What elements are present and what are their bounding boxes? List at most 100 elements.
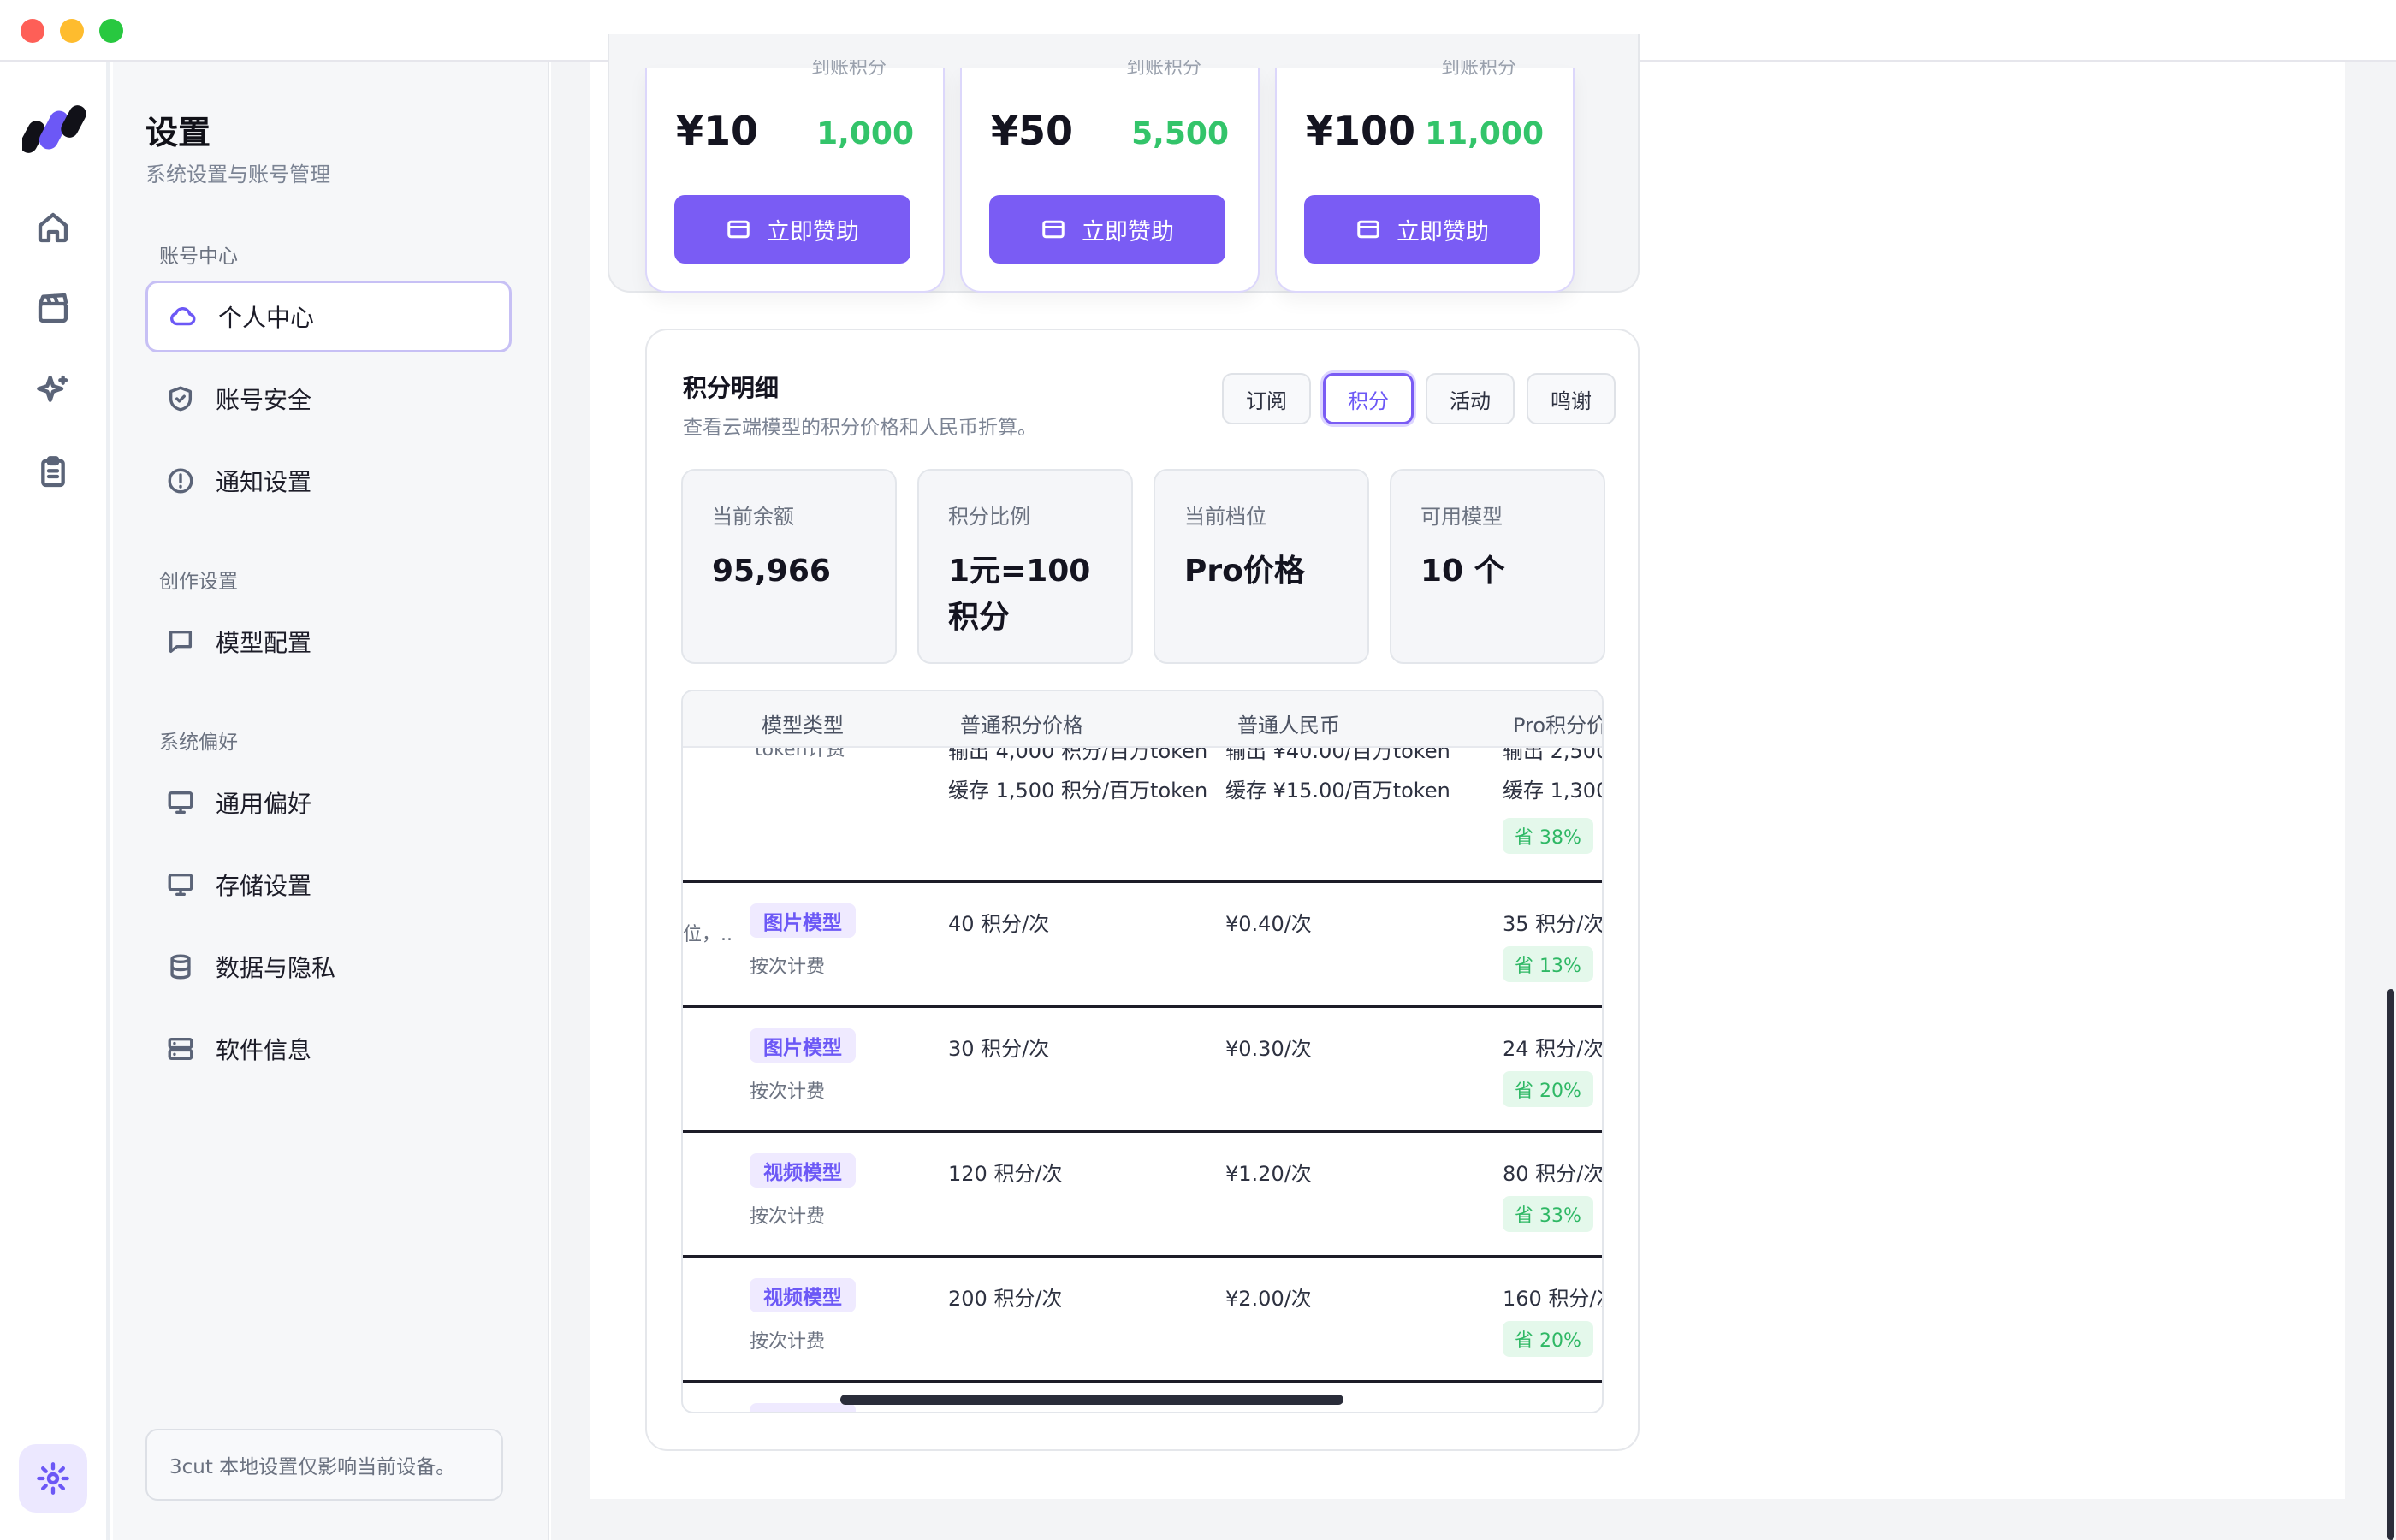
sponsor-points-caption: 到账积分 [1441,60,1517,77]
sidebar-item-software-info[interactable]: 软件信息 [145,1013,512,1085]
savings-badge: 省 20% [1503,1321,1593,1357]
table-row: 视频模型 按次计费 120 积分/次 ¥1.20/次 80 积分/次 省 33% [683,1133,1602,1258]
pro-column-clip: 60 积分/次 [1503,1383,1602,1412]
sidebar-item-label: 通用偏好 [216,790,312,818]
sponsor-price: ¥10 [676,108,759,154]
clipboard-list-icon [41,456,65,488]
sidebar-item-profile[interactable]: 个人中心 [145,281,512,352]
billing-cell: 按次计费 [750,957,826,978]
sponsor-card: 到账积分 ¥50 5,500 立即赞助 [960,60,1260,293]
sponsor-card: 到账积分 ¥100 11,000 立即赞助 [1275,60,1575,293]
model-type-badge: 图片模型 [750,903,856,938]
sidebar-item-general[interactable]: 通用偏好 [145,767,512,838]
points-detail-panel: 积分明细 查看云端模型的积分价格和人民币折算。 订阅 积分 活动 鸣谢 当前余额… [645,329,1640,1451]
sidebar-item-label: 个人中心 [218,304,315,332]
sidebar-item-data-privacy[interactable]: 数据与隐私 [145,931,512,1003]
savings-badge: 省 20% [1503,1071,1593,1107]
pro-column-clip: 24 积分/次 省 20% [1503,1008,1604,1133]
sidebar-item-security[interactable]: 账号安全 [145,363,512,435]
sponsor-button-label: 立即赞助 [1082,218,1174,246]
sidebar-item-model-config[interactable]: 模型配置 [145,606,512,678]
sponsor-now-button[interactable]: 立即赞助 [989,195,1225,264]
normal-price-cell: 80 积分/次 [948,1407,1049,1412]
table-row: 视频模型 按次计费 200 积分/次 ¥2.00/次 160 积分/次 省 20… [683,1258,1602,1383]
model-type-badge: 视频模型 [750,1403,856,1412]
close-window-button[interactable] [21,19,44,43]
sponsor-price: ¥50 [991,108,1074,154]
message-square-icon [169,630,193,654]
stat-label: 当前档位 [1184,505,1266,529]
app-logo-icon [22,105,86,153]
model-type-badge: 视频模型 [750,1153,856,1188]
rail-projects-button[interactable] [29,284,77,332]
minimize-window-button[interactable] [60,19,84,43]
rail-ai-button[interactable] [29,366,77,414]
normal-price-cell: 30 积分/次 [948,1037,1050,1061]
sponsor-price: ¥100 [1306,108,1416,154]
table-horizontal-scrollbar[interactable] [840,1395,1343,1405]
sponsor-button-label: 立即赞助 [1397,218,1489,246]
pro-column-clip: 35 积分/次 省 13% [1503,883,1602,1008]
normal-rmb-line: 缓存 ¥15.00/百万token [1225,779,1450,803]
pricing-table[interactable]: 模型类型 普通积分价格 普通人民币 Pro积分价 token计费 输出 4,00… [681,690,1604,1413]
rail-tasks-button[interactable] [29,448,77,496]
sponsor-points: 1,000 [816,116,914,151]
stat-card-tier: 当前档位 Pro价格 [1154,469,1369,664]
billing-cell: token计费 [755,748,845,761]
sponsor-now-button[interactable]: 立即赞助 [1304,195,1540,264]
column-header-normal-points: 普通积分价格 [960,714,1083,737]
pro-price-cell: 60 积分/次 [1503,1407,1602,1412]
cloud-icon [170,307,196,326]
sponsor-now-button[interactable]: 立即赞助 [674,195,910,264]
stat-value: 95,966 [712,554,831,589]
stat-card-ratio: 积分比例 1元=100积分 [917,469,1133,664]
tab-points[interactable]: 积分 [1323,373,1414,424]
credit-card-icon [727,220,750,239]
normal-price-cell: 120 积分/次 [948,1162,1063,1186]
sponsor-points-caption: 到账积分 [1126,60,1202,77]
sponsor-points: 5,500 [1131,116,1229,151]
section-creation-settings: 创作设置 [159,571,238,593]
normal-price-cell: 40 积分/次 [948,912,1050,936]
savings-badge: 省 13% [1503,946,1593,982]
billing-cell: 按次计费 [750,1081,826,1103]
rail-settings-button[interactable] [19,1444,87,1513]
tab-subscription[interactable]: 订阅 [1222,373,1311,424]
table-row: token计费 输出 4,000 积分/百万token 缓存 1,500 积分/… [683,748,1604,883]
rail-home-button[interactable] [29,204,77,252]
settings-subtitle: 系统设置与账号管理 [145,163,330,187]
alert-circle-icon [168,468,193,494]
sidebar-item-label: 通知设置 [216,468,312,496]
page-vertical-scrollbar[interactable] [2387,989,2394,1540]
normal-rmb-cell: ¥2.00/次 [1225,1287,1312,1311]
stat-card-balance: 当前余额 95,966 [681,469,897,664]
stat-label: 积分比例 [948,505,1030,529]
savings-badge: 省 33% [1503,1196,1593,1232]
table-row: 图片模型 按次计费 30 积分/次 ¥0.30/次 24 积分/次 省 20% [683,1008,1604,1133]
column-header-pro-points: Pro积分价 [1513,714,1604,737]
sidebar-item-notifications[interactable]: 通知设置 [145,445,512,517]
pro-price-cell: 24 积分/次 [1503,1037,1604,1061]
pro-price-line: 缓存 1,300 [1503,779,1604,803]
tab-activity[interactable]: 活动 [1426,373,1515,424]
settings-sidebar: 设置 系统设置与账号管理 账号中心 个人中心 账号安全 通知设置 创作设置 模型… [113,62,549,1540]
column-header-normal-rmb: 普通人民币 [1237,714,1340,737]
shield-icon [169,386,193,412]
savings-badge: 省 38% [1503,818,1593,854]
sponsor-button-label: 立即赞助 [767,218,859,246]
model-type-badge: 图片模型 [750,1028,856,1063]
sparkles-icon [37,375,68,402]
maximize-window-button[interactable] [99,19,123,43]
sidebar-item-storage[interactable]: 存储设置 [145,849,512,921]
clapperboard-icon [38,293,68,323]
normal-price-line: 缓存 1,500 积分/百万token [948,779,1208,803]
billing-cell: 按次计费 [750,1331,826,1353]
tab-credits[interactable]: 鸣谢 [1527,373,1616,424]
credit-card-icon [1042,220,1065,239]
home-icon [38,212,68,243]
icon-rail [0,62,110,1540]
billing-cell: 按次计费 [750,1206,826,1228]
stat-value: Pro价格 [1184,554,1305,589]
points-subtitle: 查看云端模型的积分价格和人民币折算。 [683,417,1037,439]
pro-column-clip: 输出 2,500 缓存 1,300 省 38% [1503,748,1604,883]
